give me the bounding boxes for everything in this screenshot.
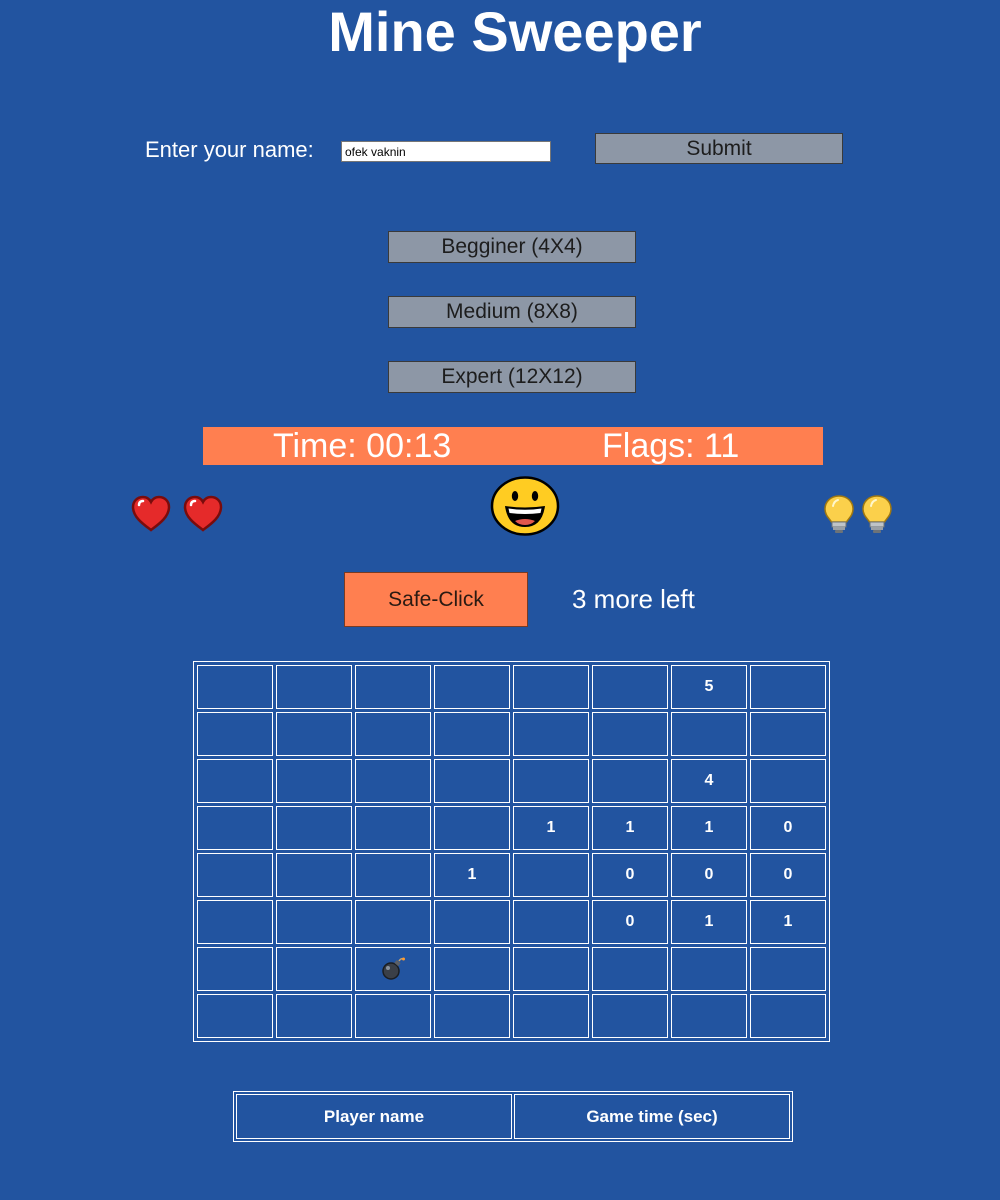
board-cell[interactable]	[355, 947, 431, 991]
board-cell[interactable]	[671, 712, 747, 756]
timer-display: Time: 00:13	[273, 427, 452, 465]
name-input[interactable]	[341, 141, 551, 162]
board-cell[interactable]	[513, 853, 589, 897]
board-row	[197, 994, 826, 1038]
board-cell[interactable]	[750, 759, 826, 803]
board-cell[interactable]	[276, 759, 352, 803]
board-cell[interactable]	[197, 712, 273, 756]
submit-button[interactable]: Submit	[595, 133, 843, 164]
board-row	[197, 947, 826, 991]
board-cell[interactable]	[355, 900, 431, 944]
board-cell[interactable]	[592, 759, 668, 803]
board-cell[interactable]	[592, 665, 668, 709]
bomb-icon	[356, 957, 430, 981]
board-cell[interactable]: 1	[671, 900, 747, 944]
board-cell[interactable]	[434, 994, 510, 1038]
board-cell[interactable]: 1	[592, 806, 668, 850]
board-cell[interactable]	[513, 947, 589, 991]
board-cell[interactable]	[276, 900, 352, 944]
board-cell[interactable]	[355, 994, 431, 1038]
board-cell[interactable]	[750, 712, 826, 756]
board-cell[interactable]	[276, 853, 352, 897]
board-cell[interactable]	[355, 759, 431, 803]
board-cell[interactable]	[513, 712, 589, 756]
board-cell[interactable]	[276, 806, 352, 850]
board-row: 5	[197, 665, 826, 709]
board-cell[interactable]	[197, 994, 273, 1038]
board-row: 011	[197, 900, 826, 944]
board-cell[interactable]: 5	[671, 665, 747, 709]
board-cell[interactable]	[434, 665, 510, 709]
name-label: Enter your name:	[145, 137, 314, 162]
board-cell[interactable]	[197, 665, 273, 709]
board-cell[interactable]	[513, 665, 589, 709]
board-row	[197, 712, 826, 756]
board-cell[interactable]	[434, 759, 510, 803]
board-cell[interactable]	[434, 947, 510, 991]
board-cell[interactable]	[671, 947, 747, 991]
board-cell[interactable]	[197, 900, 273, 944]
board-cell[interactable]	[276, 712, 352, 756]
board-cell[interactable]: 1	[671, 806, 747, 850]
lightbulb-icon[interactable]	[822, 494, 856, 534]
lightbulb-icon[interactable]	[860, 494, 894, 534]
safe-click-button[interactable]: Safe-Click	[344, 572, 528, 627]
board-cell[interactable]	[592, 712, 668, 756]
game-board: 5411101000011	[193, 661, 830, 1042]
board-cell[interactable]: 1	[434, 853, 510, 897]
board-cell[interactable]	[355, 853, 431, 897]
board-cell[interactable]	[197, 853, 273, 897]
board-cell[interactable]: 0	[750, 853, 826, 897]
board-cell[interactable]: 0	[671, 853, 747, 897]
board-cell[interactable]	[434, 712, 510, 756]
board-cell[interactable]	[434, 900, 510, 944]
board-cell[interactable]	[197, 806, 273, 850]
scoreboard-table: Player name Game time (sec)	[233, 1091, 793, 1142]
board-cell[interactable]	[276, 947, 352, 991]
board-cell[interactable]: 1	[750, 900, 826, 944]
board-cell[interactable]	[513, 900, 589, 944]
board-cell[interactable]	[434, 806, 510, 850]
board-cell[interactable]: 0	[750, 806, 826, 850]
stats-bar: Time: 00:13 Flags: 11	[203, 427, 823, 465]
board-cell[interactable]	[513, 994, 589, 1038]
game-time-header: Game time (sec)	[514, 1094, 790, 1139]
board-cell[interactable]	[197, 759, 273, 803]
board-row: 4	[197, 759, 826, 803]
heart-icon	[183, 494, 223, 534]
board-cell[interactable]	[276, 994, 352, 1038]
board-cell[interactable]	[750, 994, 826, 1038]
flags-counter: Flags: 11	[602, 427, 740, 465]
beginner-level-button[interactable]: Begginer (4X4)	[388, 231, 636, 263]
expert-level-button[interactable]: Expert (12X12)	[388, 361, 636, 393]
board-cell[interactable]: 4	[671, 759, 747, 803]
board-cell[interactable]	[197, 947, 273, 991]
board-cell[interactable]	[592, 994, 668, 1038]
board-cell[interactable]	[355, 806, 431, 850]
board-cell[interactable]: 0	[592, 853, 668, 897]
board-cell[interactable]	[355, 665, 431, 709]
board-cell[interactable]	[513, 759, 589, 803]
safe-click-remaining: 3 more left	[572, 584, 695, 614]
board-cell[interactable]	[750, 947, 826, 991]
board-cell[interactable]	[750, 665, 826, 709]
board-cell[interactable]	[671, 994, 747, 1038]
heart-icon	[131, 494, 171, 534]
page-title: Mine Sweeper	[328, 0, 702, 63]
player-name-header: Player name	[236, 1094, 512, 1139]
board-cell[interactable]: 1	[513, 806, 589, 850]
board-row: 1000	[197, 853, 826, 897]
medium-level-button[interactable]: Medium (8X8)	[388, 296, 636, 328]
board-cell[interactable]: 0	[592, 900, 668, 944]
board-cell[interactable]	[276, 665, 352, 709]
board-cell[interactable]	[592, 947, 668, 991]
board-cell[interactable]	[355, 712, 431, 756]
board-row: 1110	[197, 806, 826, 850]
smiley-face-icon[interactable]	[490, 476, 560, 536]
